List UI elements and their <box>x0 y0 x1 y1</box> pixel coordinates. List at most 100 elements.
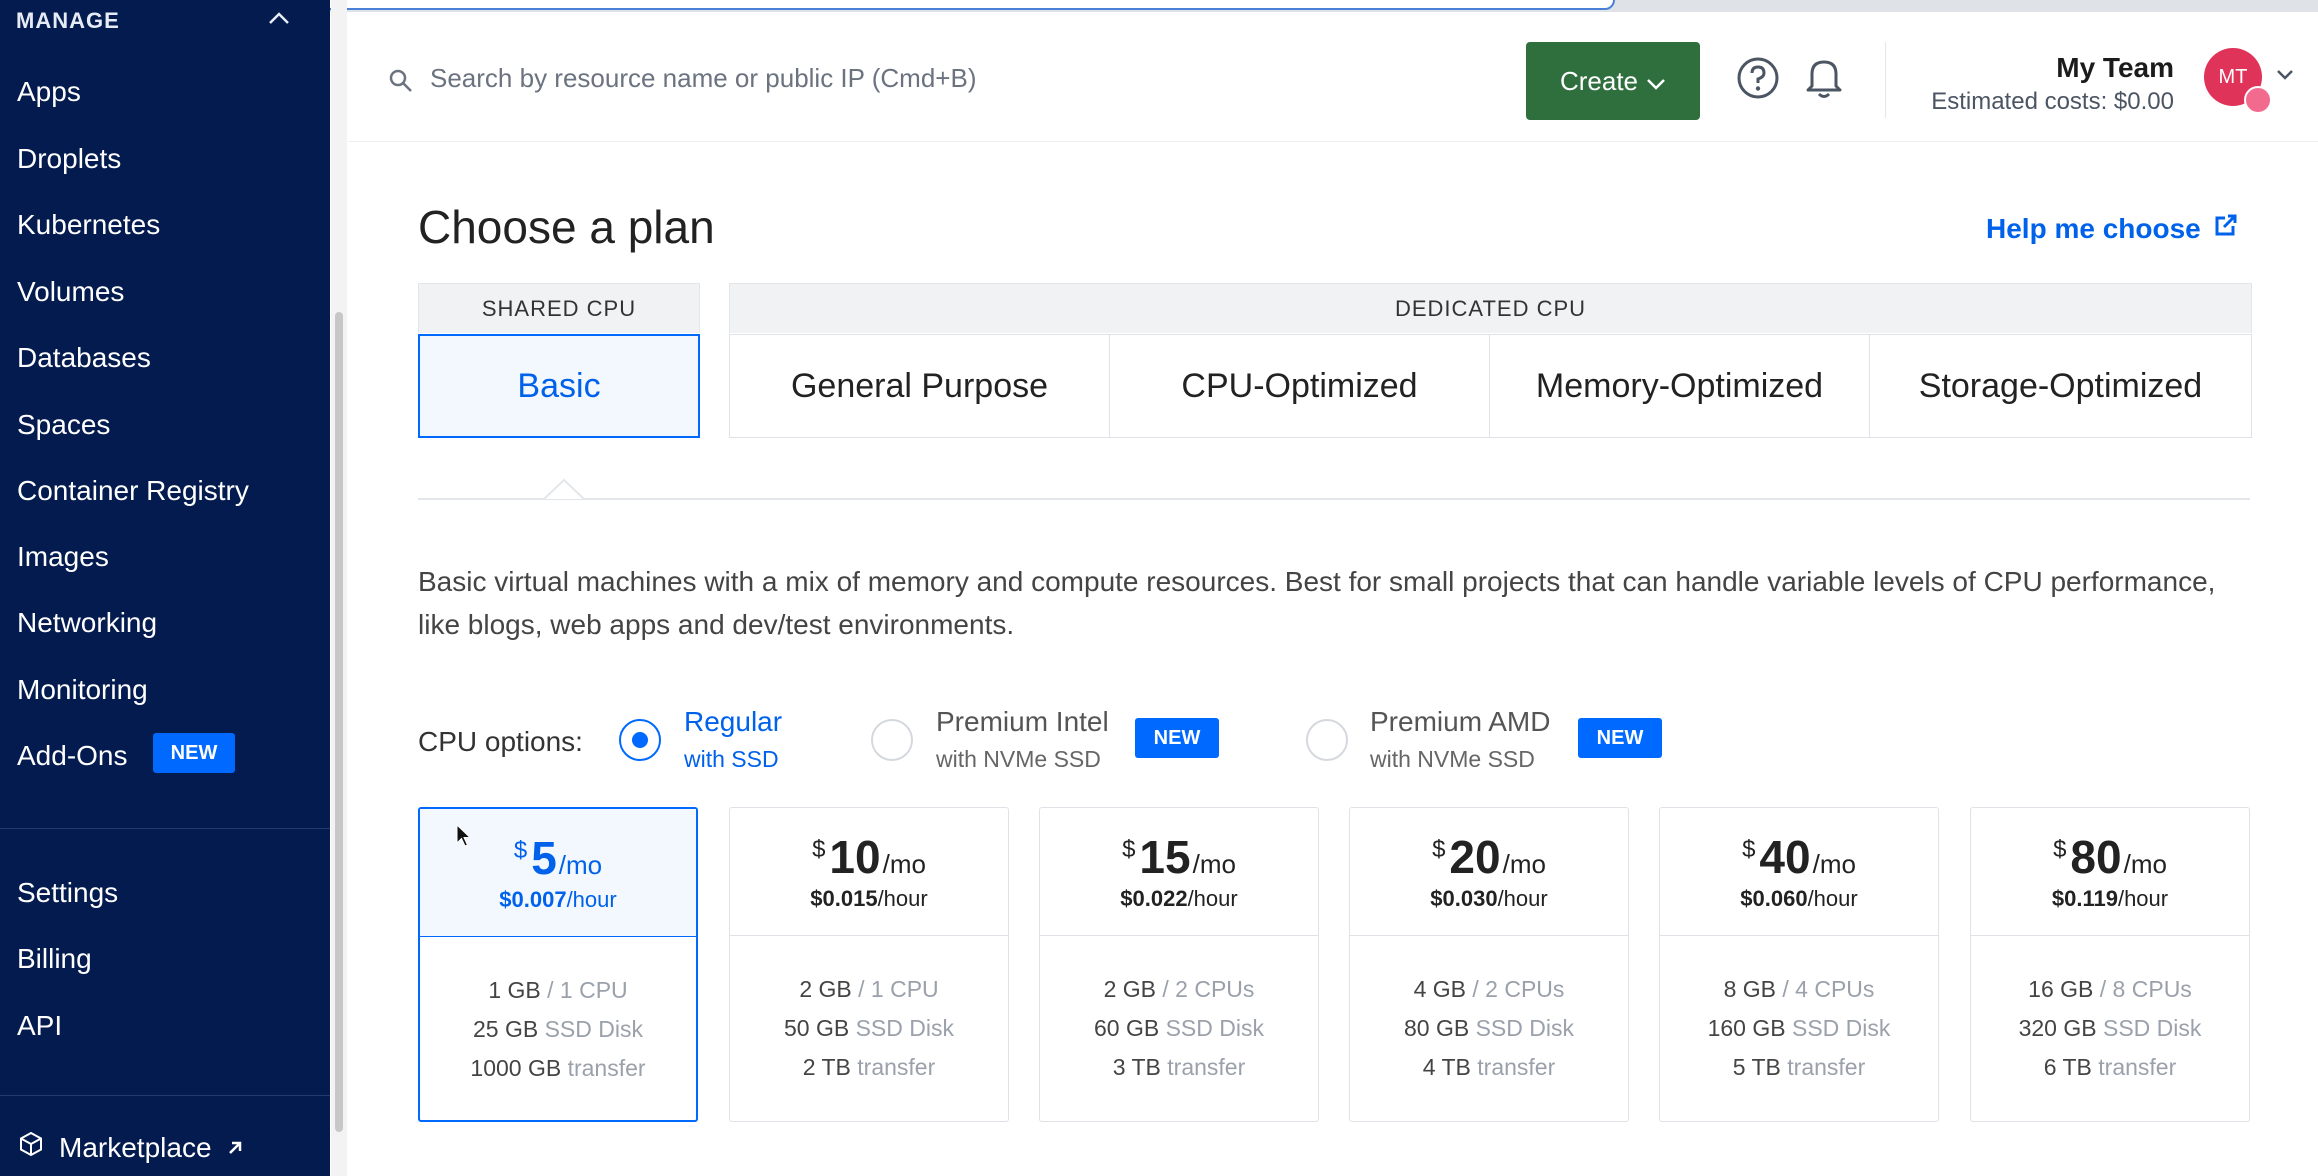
cpu-option-premium-intel-title[interactable]: Premium Intel <box>936 706 1109 738</box>
arrow-up-right-icon <box>226 1132 244 1164</box>
search-input[interactable] <box>430 58 1130 98</box>
plan-disk: 25 GB SSD Disk <box>472 1016 643 1042</box>
plan-per-month: /mo <box>2123 849 2167 879</box>
tab-storage-optimized[interactable]: Storage-Optimized <box>1869 334 2252 438</box>
plan-per-month: /mo <box>882 849 926 879</box>
plan-price: 10 <box>829 831 881 883</box>
plan-disk: 320 GB SSD Disk <box>2018 1015 2202 1041</box>
cpu-options-label: CPU options: <box>418 726 583 757</box>
sidebar: MANAGE Apps Droplets Kubernetes Volumes … <box>0 0 330 1176</box>
plan-memory-cpu: 4 GB / 2 CPUs <box>1413 976 1565 1002</box>
sidebar-item-volumes[interactable]: Volumes <box>17 276 124 308</box>
page-title: Choose a plan <box>418 201 715 253</box>
plan-description: Basic virtual machines with a mix of mem… <box>418 566 2216 640</box>
mouse-pointer-icon <box>456 823 472 853</box>
plan-disk: 80 GB SSD Disk <box>1403 1015 1574 1041</box>
sidebar-item-images[interactable]: Images <box>17 541 109 573</box>
plan-price: 80 <box>2070 831 2122 883</box>
plan-monthly-price: $ 10 /mo <box>730 830 1008 884</box>
plan-monthly-price: $ 20 /mo <box>1350 830 1628 884</box>
cpu-option-premium-amd-title[interactable]: Premium AMD <box>1370 706 1550 738</box>
plan-price-block: $ 80 /mo $0.119/hour <box>1971 808 2249 936</box>
tab-basic[interactable]: Basic <box>418 334 700 438</box>
sidebar-divider <box>0 828 330 829</box>
plan-monthly-price: $ 40 /mo <box>1660 830 1938 884</box>
plan-per-month: /mo <box>1502 849 1546 879</box>
top-header: Create My Team Estimated costs: $0.00 MT <box>348 12 2318 142</box>
sidebar-item-container-registry[interactable]: Container Registry <box>17 475 249 507</box>
marketplace-label: Marketplace <box>59 1131 212 1163</box>
plan-per-month: /mo <box>1812 849 1856 879</box>
plan-price: 40 <box>1759 831 1811 883</box>
tab-cpu-optimized[interactable]: CPU-Optimized <box>1109 334 1490 438</box>
chevron-down-icon[interactable] <box>2276 68 2294 86</box>
help-me-choose-label: Help me choose <box>1986 212 2201 244</box>
tab-memory-optimized[interactable]: Memory-Optimized <box>1489 334 1870 438</box>
sidebar-item-add-ons[interactable]: Add-Ons <box>17 740 128 772</box>
plan-price-block: $ 40 /mo $0.060/hour <box>1660 808 1938 936</box>
sidebar-item-settings[interactable]: Settings <box>17 877 118 909</box>
plan-currency: $ <box>1742 836 1756 863</box>
cpu-option-premium-intel-radio[interactable] <box>871 719 913 761</box>
plan-card[interactable]: $ 10 /mo $0.015/hour 2 GB / 1 CPU 50 GB … <box>729 807 1009 1122</box>
help-me-choose-link[interactable]: Help me choose <box>1986 212 2239 245</box>
plan-price-block: $ 10 /mo $0.015/hour <box>730 808 1008 936</box>
sidebar-section-title: MANAGE <box>16 8 120 33</box>
sidebar-item-apps[interactable]: Apps <box>17 76 81 108</box>
sidebar-item-monitoring[interactable]: Monitoring <box>17 674 148 706</box>
sidebar-item-kubernetes[interactable]: Kubernetes <box>17 209 160 241</box>
sidebar-scrollbar-thumb[interactable] <box>335 312 343 1132</box>
external-link-icon <box>2213 212 2239 245</box>
plan-hourly-price: $0.060/hour <box>1740 886 1858 911</box>
plan-card[interactable]: $ 40 /mo $0.060/hour 8 GB / 4 CPUs 160 G… <box>1659 807 1939 1122</box>
sidebar-item-billing[interactable]: Billing <box>17 943 92 975</box>
premium-amd-new-badge: NEW <box>1578 718 1662 758</box>
plan-card[interactable]: $ 15 /mo $0.022/hour 2 GB / 2 CPUs 60 GB… <box>1039 807 1319 1122</box>
help-icon[interactable] <box>1736 56 1780 105</box>
plan-monthly-price: $ 15 /mo <box>1040 830 1318 884</box>
sidebar-item-droplets[interactable]: Droplets <box>17 143 121 175</box>
plan-memory-cpu: 2 GB / 2 CPUs <box>1103 976 1255 1002</box>
active-tab-pointer <box>543 478 585 505</box>
cpu-option-regular-title[interactable]: Regular <box>684 706 782 738</box>
plan-specs: 4 GB / 2 CPUs 80 GB SSD Disk 4 TB transf… <box>1350 936 1628 1087</box>
sidebar-item-marketplace[interactable]: Marketplace <box>17 1130 244 1165</box>
chevron-down-icon <box>1646 66 1666 97</box>
sidebar-item-spaces[interactable]: Spaces <box>17 409 110 441</box>
add-ons-new-badge: NEW <box>153 733 235 773</box>
cube-icon <box>17 1130 45 1165</box>
header-divider <box>1885 42 1886 118</box>
plan-disk: 160 GB SSD Disk <box>1707 1015 1891 1041</box>
bell-icon[interactable] <box>1802 54 1846 105</box>
collapse-chevron-icon[interactable] <box>268 4 290 32</box>
plan-card[interactable]: $ 80 /mo $0.119/hour 16 GB / 8 CPUs 320 … <box>1970 807 2250 1122</box>
search-icon <box>388 68 414 99</box>
cpu-option-premium-intel-subtitle: with NVMe SSD <box>936 746 1101 772</box>
sidebar-item-databases[interactable]: Databases <box>17 342 151 374</box>
plan-disk: 60 GB SSD Disk <box>1093 1015 1264 1041</box>
plan-specs: 8 GB / 4 CPUs 160 GB SSD Disk 5 TB trans… <box>1660 936 1938 1087</box>
plan-card[interactable]: $ 5 /mo $0.007/hour 1 GB / 1 CPU 25 GB S… <box>418 807 698 1122</box>
cpu-option-premium-amd-radio[interactable] <box>1306 719 1348 761</box>
team-name[interactable]: My Team <box>2056 52 2174 84</box>
plan-currency: $ <box>812 836 826 863</box>
cpu-option-regular-radio[interactable] <box>619 719 661 761</box>
plan-hourly-price: $0.007/hour <box>499 887 617 912</box>
plan-memory-cpu: 2 GB / 1 CPU <box>799 976 939 1002</box>
plan-currency: $ <box>1432 836 1446 863</box>
plan-specs: 1 GB / 1 CPU 25 GB SSD Disk 1000 GB tran… <box>420 937 696 1088</box>
plan-price: 20 <box>1449 831 1501 883</box>
sidebar-item-networking[interactable]: Networking <box>17 607 157 639</box>
premium-intel-new-badge: NEW <box>1135 718 1219 758</box>
browser-chrome-strip <box>0 0 2318 12</box>
plan-price: 15 <box>1139 831 1191 883</box>
plan-card[interactable]: $ 20 /mo $0.030/hour 4 GB / 2 CPUs 80 GB… <box>1349 807 1629 1122</box>
plan-currency: $ <box>1122 836 1136 863</box>
create-button[interactable]: Create <box>1526 42 1700 120</box>
plan-price: 5 <box>531 832 557 884</box>
plan-transfer: 1000 GB transfer <box>470 1055 646 1081</box>
plan-per-month: /mo <box>558 850 603 880</box>
tab-general-purpose[interactable]: General Purpose <box>729 334 1110 438</box>
cpu-option-regular-subtitle: with SSD <box>684 746 779 772</box>
sidebar-item-api[interactable]: API <box>17 1010 62 1042</box>
